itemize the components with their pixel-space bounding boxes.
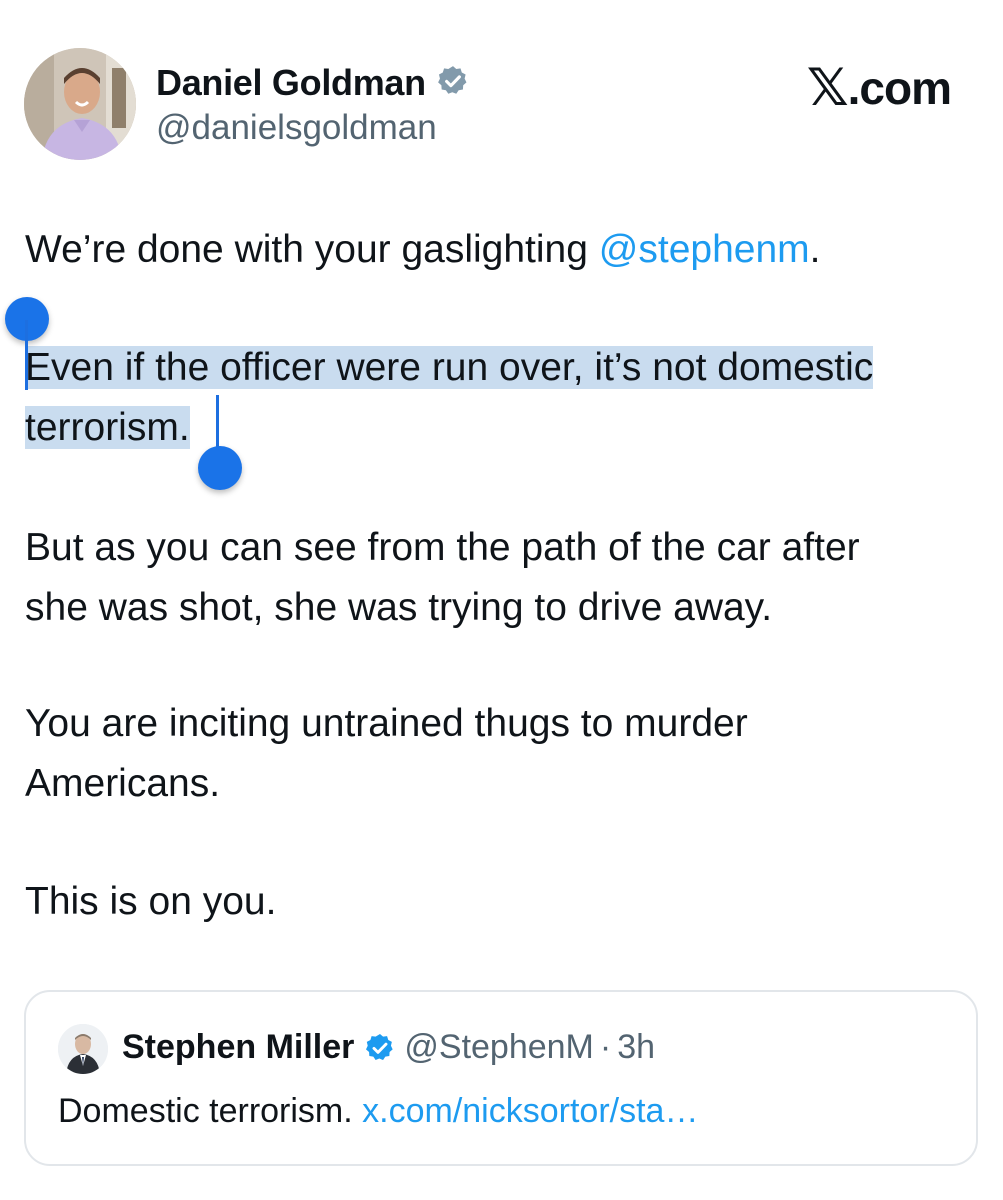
tweet-paragraph-5: This is on you. [25, 872, 276, 932]
selected-text-line-1[interactable]: Even if the officer were run over, it’s … [25, 346, 874, 389]
quoted-verified-badge-icon [364, 1032, 396, 1064]
tweet-text-line: This is on you. [25, 880, 277, 923]
author-avatar[interactable] [24, 48, 136, 160]
quoted-author-name[interactable]: Stephen Miller [122, 1028, 354, 1067]
tweet-paragraph-2: Even if the officer were run over, it’s … [25, 338, 874, 458]
tweet-text-line: Americans. [25, 762, 221, 805]
selection-start-caret [25, 320, 28, 390]
quoted-url-link[interactable]: x.com/nicksortor/sta… [362, 1092, 698, 1130]
tweet-paragraph-4: You are inciting untrained thugs to murd… [25, 694, 748, 814]
tweet-text: We’re done with your gaslighting [25, 228, 599, 271]
brand-suffix: .com [847, 62, 952, 114]
tweet-text-end: . [809, 228, 821, 271]
tweet-paragraph-3: But as you can see from the path of the … [25, 518, 860, 638]
selection-end-handle[interactable] [198, 446, 242, 490]
quoted-body-text: Domestic terrorism. [58, 1092, 363, 1130]
meta-separator: · [599, 1028, 612, 1066]
selection-end-caret [216, 395, 219, 453]
quoted-author-row: Stephen Miller @StephenM · 3h [122, 1028, 655, 1067]
quoted-avatar-photo [58, 1024, 108, 1074]
verified-badge-icon [436, 64, 470, 103]
quoted-timestamp[interactable]: 3h [617, 1028, 655, 1067]
quoted-author-avatar[interactable] [58, 1024, 108, 1074]
tweet-paragraph-1: We’re done with your gaslighting @stephe… [25, 220, 820, 280]
author-name-row: Daniel Goldman [156, 62, 470, 104]
quoted-tweet-card[interactable]: Stephen Miller @StephenM · 3h Domestic t… [24, 990, 978, 1166]
author-handle[interactable]: @danielsgoldman [156, 108, 437, 148]
selected-text-line-2[interactable]: terrorism. [25, 406, 190, 449]
x-logo-icon: 𝕏 [806, 58, 849, 118]
tweet-text-line: But as you can see from the path of the … [25, 526, 860, 569]
author-name[interactable]: Daniel Goldman [156, 62, 426, 104]
tweet-text-line: she was shot, she was trying to drive aw… [25, 586, 773, 629]
tweet-text-line: You are inciting untrained thugs to murd… [25, 702, 748, 745]
x-logo: 𝕏 .com [806, 58, 952, 118]
quoted-author-handle[interactable]: @StephenM [404, 1028, 594, 1067]
mention-link[interactable]: @stephenm [599, 228, 810, 271]
avatar-photo [24, 48, 136, 160]
quoted-tweet-text: Domestic terrorism. x.com/nicksortor/sta… [58, 1092, 698, 1131]
